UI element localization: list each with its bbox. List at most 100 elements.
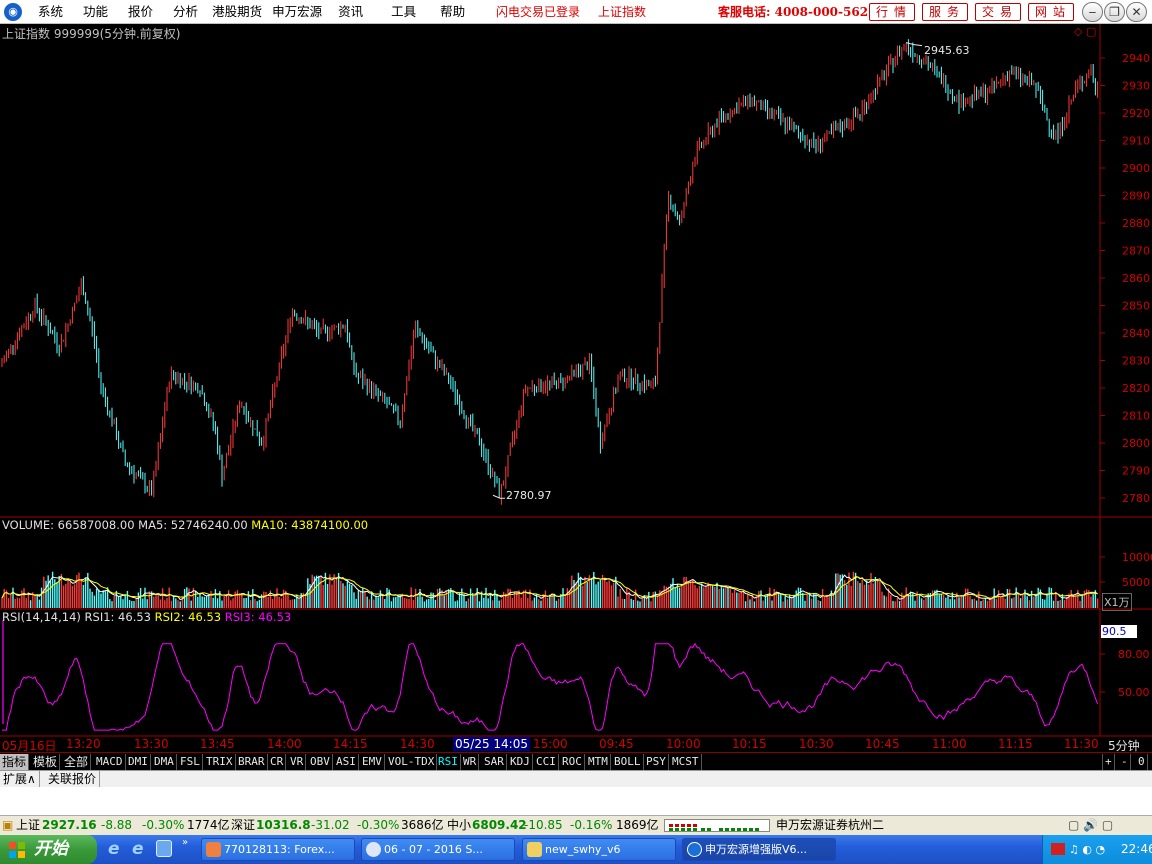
rsi-line <box>2 620 1099 731</box>
service-button[interactable]: 服务 <box>922 3 968 21</box>
tab-dma[interactable]: DMA <box>152 754 177 770</box>
clock: 22:46 <box>1121 842 1152 856</box>
status-icon: ▣ <box>2 818 14 832</box>
zx-percent: -0.16% <box>570 818 613 832</box>
taskbar-item[interactable]: 770128113: Forex... <box>201 838 355 861</box>
quicklaunch-more-icon[interactable]: » <box>182 837 188 848</box>
tab-cr[interactable]: CR <box>268 754 287 770</box>
tab-sar[interactable]: SAR <box>482 754 507 770</box>
menu-item-analysis[interactable]: 分析 <box>163 0 208 24</box>
start-button[interactable]: 开始 <box>0 835 97 864</box>
menu-item-hk-futures[interactable]: 港股期货 <box>208 0 266 24</box>
tab-kdj[interactable]: KDJ <box>508 754 533 770</box>
volume-tick-label: 10000 <box>1122 551 1152 564</box>
menu-item-news[interactable]: 资讯 <box>328 0 373 24</box>
tray-icons[interactable]: ♫ ◐ ◔ <box>1069 835 1105 864</box>
tab-minus-button[interactable]: - <box>1119 754 1131 770</box>
forex-app-icon <box>206 842 221 857</box>
minimize-icon[interactable]: ‒ <box>1082 2 1103 22</box>
index-notice[interactable]: 上证指数 <box>598 3 646 20</box>
tab-obv[interactable]: OBV <box>308 754 333 770</box>
tab-wr[interactable]: WR <box>461 754 480 770</box>
menu-item-help[interactable]: 帮助 <box>434 0 471 24</box>
price-tick-label: 2890 <box>1122 190 1150 203</box>
time-label: 10:00 <box>666 737 701 751</box>
taskbar-item[interactable]: new_swhy_v6 <box>522 838 676 861</box>
tab-roc[interactable]: ROC <box>560 754 585 770</box>
app-logo-icon[interactable]: ◉ <box>4 2 22 21</box>
sh-name[interactable]: 上证 <box>16 816 40 835</box>
chart-corner-icons[interactable]: ◇ ▢ <box>1074 25 1096 38</box>
quicklaunch-app-icon[interactable] <box>156 840 172 857</box>
restore-icon[interactable]: ❐ <box>1104 2 1125 22</box>
time-axis: 05月16日 13:20 13:30 13:45 14:00 14:15 14:… <box>0 737 1152 753</box>
tab-zero-button[interactable]: 0 <box>1136 754 1148 770</box>
tab-template[interactable]: 模板 <box>31 754 61 770</box>
price-tick-label: 2810 <box>1122 410 1150 423</box>
tab-mtm[interactable]: MTM <box>586 754 611 770</box>
time-label: 14:15 <box>333 737 368 751</box>
tab-brar[interactable]: BRAR <box>236 754 268 770</box>
time-label: 11:15 <box>998 737 1033 751</box>
website-button[interactable]: 网站 <box>1028 3 1074 21</box>
indicator-tabs: 指标 模板 全部 MACD DMI DMA FSL TRIX BRAR CR V… <box>0 752 1152 770</box>
sh-change: -8.88 <box>101 818 133 832</box>
task-label: 申万宏源增强版V6... <box>705 843 808 856</box>
time-label: 10:45 <box>865 737 900 751</box>
status-tray-icons[interactable]: ▢ 🔊 ▢ <box>1068 816 1113 835</box>
sz-percent: -0.30% <box>357 818 400 832</box>
menu-item-system[interactable]: 系统 <box>28 0 73 24</box>
trade-button[interactable]: 交易 <box>975 3 1021 21</box>
tab-asi[interactable]: ASI <box>334 754 359 770</box>
zx-name[interactable]: 中小 <box>447 816 471 835</box>
tab-fsl[interactable]: FSL <box>178 754 203 770</box>
close-icon[interactable]: ✕ <box>1126 2 1147 22</box>
volume-ma10: MA10: 43874100.00 <box>251 518 369 532</box>
time-label: 10:15 <box>732 737 767 751</box>
tab-vr[interactable]: VR <box>288 754 307 770</box>
time-label: 10:30 <box>799 737 834 751</box>
tab-all[interactable]: 全部 <box>62 754 92 770</box>
tab-vol-tdx[interactable]: VOL-TDX <box>386 754 438 770</box>
price-tick-label: 2880 <box>1122 217 1150 230</box>
chart-area[interactable]: 2940 2930 2920 2910 2900 2890 2880 2870 2860 2850… <box>0 24 1152 753</box>
stock-chart[interactable]: 2940 2930 2920 2910 2900 2890 2880 2870 2860 2850… <box>0 24 1152 752</box>
expand-button[interactable]: 扩展∧ <box>0 771 40 787</box>
menu-item-quote[interactable]: 报价 <box>118 0 163 24</box>
volume-value: VOLUME: 66587008.00 <box>2 518 135 532</box>
index-status-bar: ▣ 上证 2927.16 -8.88 -0.30% 1774亿 深证 10316… <box>0 815 1152 835</box>
volume-bars <box>1 571 1099 608</box>
menu-bar: ◉ 系统 功能 报价 分析 港股期货 申万宏源 资讯 工具 帮助 闪电交易已登录… <box>0 0 1152 24</box>
volume-header: VOLUME: 66587008.00 MA5: 52746240.00 MA1… <box>2 518 368 532</box>
menu-item-swhy[interactable]: 申万宏源 <box>266 0 328 24</box>
rsi1-value: RSI1: 46.53 <box>84 610 151 624</box>
tab-rsi[interactable]: RSI <box>436 754 461 770</box>
tab-mcst[interactable]: MCST <box>670 754 702 770</box>
tab-psy[interactable]: PSY <box>644 754 669 770</box>
breadth-bars-icon <box>669 824 759 831</box>
zx-amount: 1869亿 <box>616 818 659 832</box>
tab-plus-button[interactable]: + <box>1102 754 1115 770</box>
market-button[interactable]: 行情 <box>869 3 915 21</box>
tab-dmi[interactable]: DMI <box>126 754 151 770</box>
taskbar-item-active[interactable]: 申万宏源增强版V6... <box>682 838 836 861</box>
price-tick-label: 2860 <box>1122 272 1150 285</box>
ie-alt-icon[interactable]: e <box>132 839 144 859</box>
tray-flag-icon[interactable] <box>1051 843 1065 855</box>
time-cursor-label: 05/25 14:05 <box>453 737 530 751</box>
tab-boll[interactable]: BOLL <box>612 754 644 770</box>
tab-emv[interactable]: EMV <box>360 754 385 770</box>
tab-indicator[interactable]: 指标 <box>0 754 30 770</box>
windows-taskbar: 开始 e e » 770128113: Forex... 06 - 07 - 2… <box>0 835 1152 864</box>
tab-macd[interactable]: MACD <box>94 754 126 770</box>
rsi-tick-label: 80.00 <box>1118 648 1150 661</box>
tab-trix[interactable]: TRIX <box>204 754 236 770</box>
related-quotes-tab[interactable]: 关联报价 <box>45 771 101 787</box>
sz-name[interactable]: 深证 <box>231 816 255 835</box>
price-tick-label: 2800 <box>1122 437 1150 450</box>
menu-item-function[interactable]: 功能 <box>73 0 118 24</box>
menu-item-tools[interactable]: 工具 <box>373 0 434 24</box>
taskbar-item[interactable]: 06 - 07 - 2016 S... <box>361 838 515 861</box>
ie-icon[interactable]: e <box>108 839 120 859</box>
tab-cci[interactable]: CCI <box>534 754 559 770</box>
